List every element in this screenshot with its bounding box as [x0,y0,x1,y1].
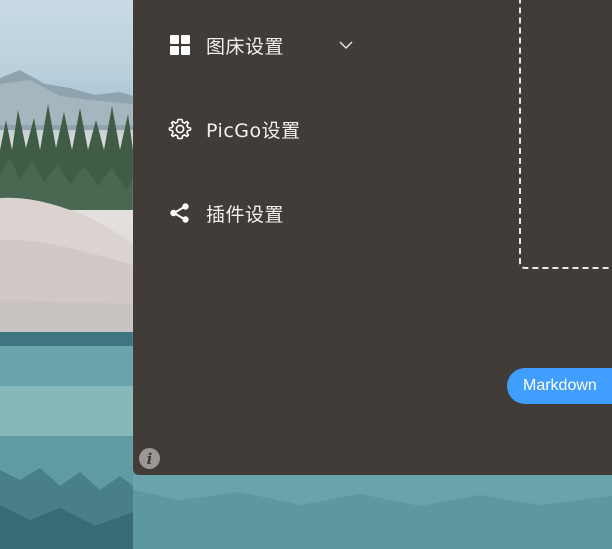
sidebar-item-label: 图床设置 [206,35,285,58]
sidebar-item-image-host-settings[interactable]: 图床设置 [168,29,284,61]
picgo-window: 图床设置 PicGo设置 插件设置 Markdown i [133,0,612,475]
sidebar-item-label: PicGo设置 [206,119,301,142]
upload-drop-zone[interactable] [519,0,612,269]
share-icon [168,201,192,225]
sidebar-item-label: 插件设置 [206,203,285,226]
grid-icon [168,33,192,57]
info-icon[interactable]: i [139,448,160,469]
gear-icon [168,117,192,141]
sidebar-item-plugin-settings[interactable]: 插件设置 [168,197,284,229]
sidebar-item-picgo-settings[interactable]: PicGo设置 [168,113,301,145]
chevron-down-icon[interactable] [338,37,354,53]
markdown-format-button[interactable]: Markdown [507,368,612,404]
